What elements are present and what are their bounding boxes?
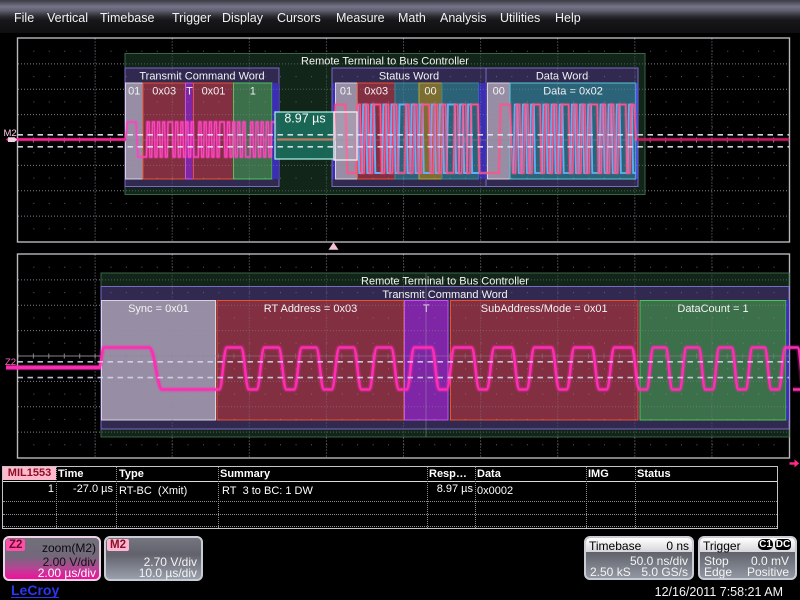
svg-text:0x03: 0x03 <box>364 86 388 98</box>
svg-text:DataCount = 1: DataCount = 1 <box>677 303 748 315</box>
svg-text:Data Word: Data Word <box>536 71 588 83</box>
svg-text:01: 01 <box>340 86 352 98</box>
svg-text:Status Word: Status Word <box>379 71 439 83</box>
svg-text:Z2: Z2 <box>5 357 16 368</box>
svg-text:00: 00 <box>493 86 505 98</box>
svg-text:T: T <box>186 86 193 98</box>
svg-text:Data = 0x02: Data = 0x02 <box>543 86 603 98</box>
svg-text:0x01: 0x01 <box>202 86 226 98</box>
svg-text:01: 01 <box>128 86 140 98</box>
svg-text:1: 1 <box>250 86 256 98</box>
svg-text:Transmit Command Word: Transmit Command Word <box>382 289 507 301</box>
svg-text:Sync = 0x01: Sync = 0x01 <box>128 303 189 315</box>
svg-text:Remote Terminal to Bus Control: Remote Terminal to Bus Controller <box>361 276 529 288</box>
svg-text:Transmit Command Word: Transmit Command Word <box>139 71 264 83</box>
svg-text:00: 00 <box>424 86 436 98</box>
svg-text:8.97 µs: 8.97 µs <box>284 112 325 126</box>
svg-text:RT Address = 0x03: RT Address = 0x03 <box>264 303 357 315</box>
